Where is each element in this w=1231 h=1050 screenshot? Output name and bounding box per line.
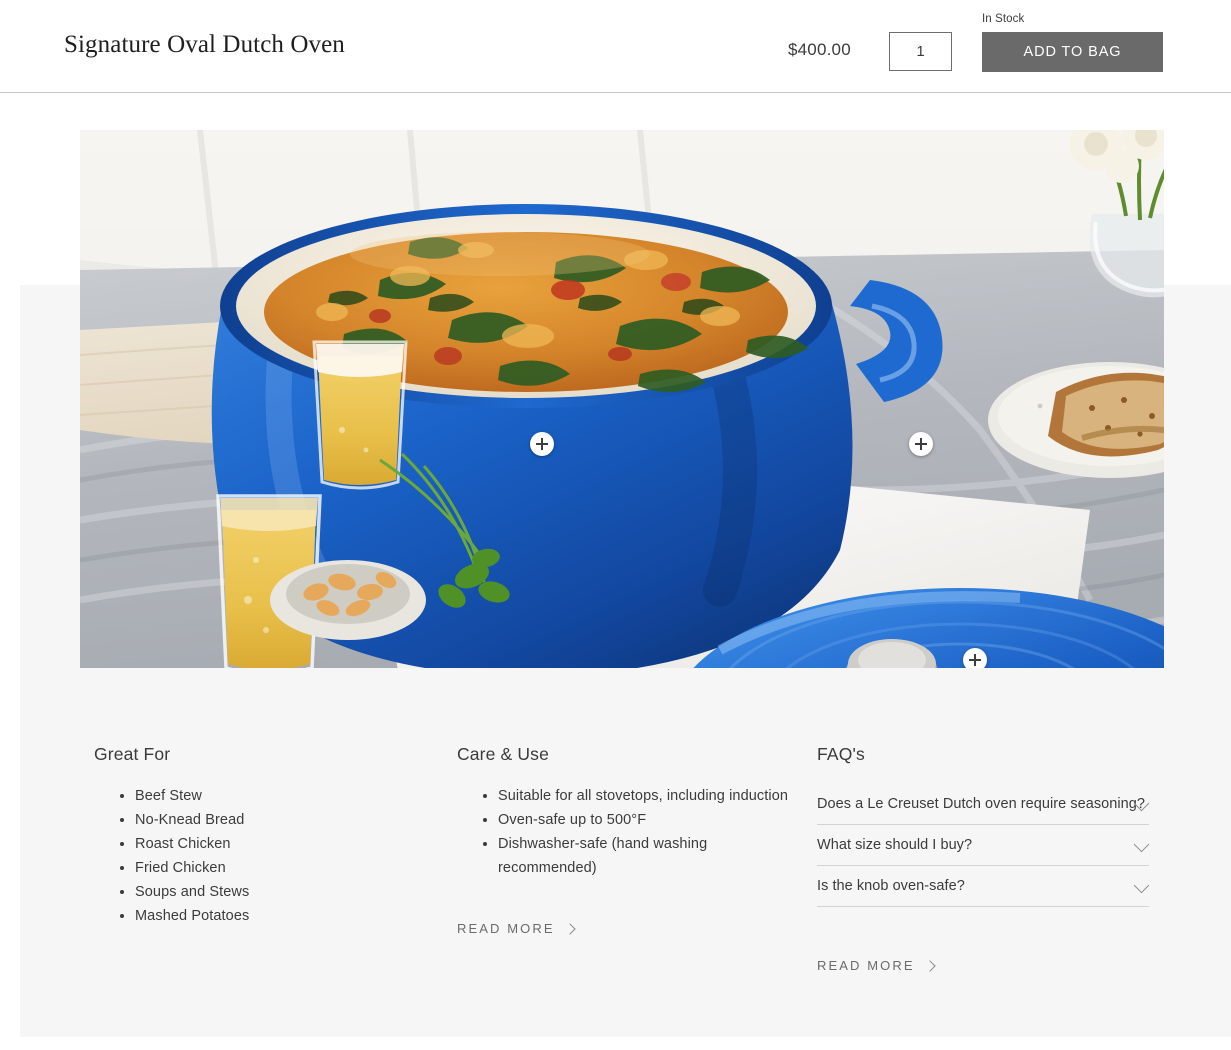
care-and-use-heading: Care & Use bbox=[457, 744, 549, 764]
faq-section: FAQ's Does a Le Creuset Dutch oven requi… bbox=[817, 744, 1150, 907]
list-item: Dishwasher-safe (hand washing recommende… bbox=[498, 832, 797, 880]
care-read-more-label: READ MORE bbox=[457, 921, 555, 936]
hotspot-pot-handle[interactable] bbox=[530, 432, 554, 456]
hotspot-stew[interactable] bbox=[909, 432, 933, 456]
faq-item[interactable]: Does a Le Creuset Dutch oven require sea… bbox=[817, 784, 1150, 825]
stock-status: In Stock bbox=[982, 13, 1025, 25]
care-and-use-section: Care & Use Suitable for all stovetops, i… bbox=[457, 744, 797, 880]
care-and-use-list: Suitable for all stovetops, including in… bbox=[457, 784, 797, 880]
faq-read-more-link[interactable]: READ MORE bbox=[817, 958, 936, 973]
quantity-input[interactable] bbox=[889, 32, 952, 71]
faq-item[interactable]: What size should I buy? bbox=[817, 825, 1150, 866]
list-item: Suitable for all stovetops, including in… bbox=[498, 784, 797, 808]
chevron-right-icon bbox=[923, 959, 936, 972]
faq-question: What size should I buy? bbox=[817, 837, 973, 853]
list-item: Roast Chicken bbox=[135, 832, 434, 856]
great-for-section: Great For Beef Stew No-Knead Bread Roast… bbox=[94, 744, 434, 928]
faq-read-more-label: READ MORE bbox=[817, 958, 915, 973]
product-header: Signature Oval Dutch Oven $400.00 In Sto… bbox=[0, 0, 1231, 93]
chevron-down-icon bbox=[1133, 877, 1150, 894]
faq-accordion: Does a Le Creuset Dutch oven require sea… bbox=[817, 784, 1150, 907]
list-item: Oven-safe up to 500°F bbox=[498, 808, 797, 832]
care-read-more-link[interactable]: READ MORE bbox=[457, 921, 576, 936]
faq-item[interactable]: Is the knob oven-safe? bbox=[817, 866, 1150, 907]
chevron-right-icon bbox=[563, 922, 576, 935]
add-to-bag-button[interactable]: ADD TO BAG bbox=[982, 32, 1163, 72]
great-for-list: Beef Stew No-Knead Bread Roast Chicken F… bbox=[94, 784, 434, 928]
faq-question: Is the knob oven-safe? bbox=[817, 878, 965, 894]
product-hero-image[interactable] bbox=[80, 130, 1164, 668]
great-for-heading: Great For bbox=[94, 744, 171, 764]
list-item: Beef Stew bbox=[135, 784, 434, 808]
hotspot-lid-knob[interactable] bbox=[963, 648, 987, 668]
list-item: Mashed Potatoes bbox=[135, 904, 434, 928]
list-item: Fried Chicken bbox=[135, 856, 434, 880]
chevron-down-icon bbox=[1133, 836, 1150, 853]
page-title: Signature Oval Dutch Oven bbox=[64, 31, 345, 58]
list-item: Soups and Stews bbox=[135, 880, 434, 904]
faq-heading: FAQ's bbox=[817, 744, 865, 764]
hero-illustration bbox=[80, 130, 1164, 668]
faq-question: Does a Le Creuset Dutch oven require sea… bbox=[817, 796, 1145, 812]
list-item: No-Knead Bread bbox=[135, 808, 434, 832]
product-price: $400.00 bbox=[788, 40, 851, 59]
